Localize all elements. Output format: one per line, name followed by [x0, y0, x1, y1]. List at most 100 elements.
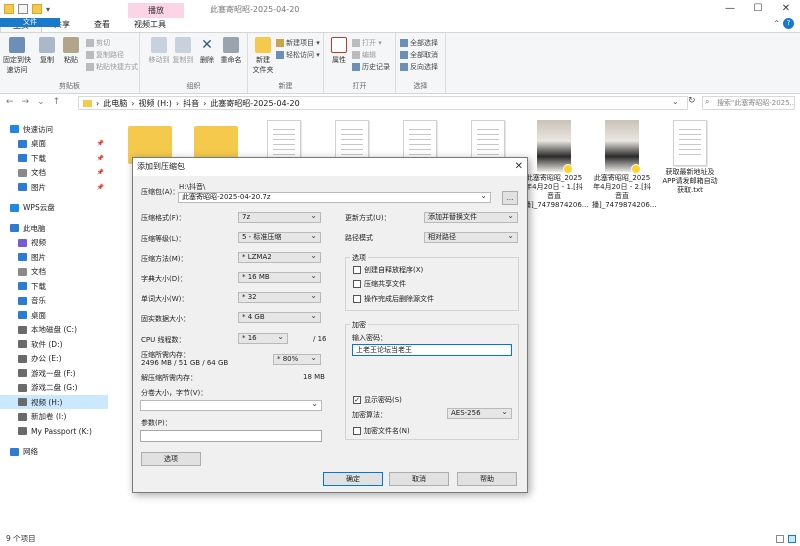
sidebar-item[interactable]: 文档 [0, 265, 108, 279]
method-select[interactable]: * LZMA2 [238, 252, 321, 263]
update-select[interactable]: 添加并替换文件 [424, 212, 518, 223]
new-folder-icon[interactable] [32, 4, 42, 14]
cpu-select[interactable]: * 16 [238, 333, 288, 344]
history-button[interactable]: 历史记录 [352, 62, 390, 72]
maximize-button[interactable]: ☐ [744, 0, 772, 18]
sfx-checkbox[interactable]: 创建自释放程序(X) [353, 265, 423, 275]
new-item-button[interactable]: 新建项目 ▾ [276, 38, 320, 48]
word-select[interactable]: * 32 [238, 292, 321, 303]
tab-file[interactable]: 文件 [0, 18, 60, 27]
address-dropdown-icon[interactable]: ⌄ [672, 97, 679, 106]
show-password-checkbox[interactable]: ✓ 显示密码(S) [353, 395, 402, 405]
video-thumbnail-icon [605, 120, 641, 174]
sidebar-item[interactable]: 下载 📌 [0, 151, 108, 165]
invert-selection-button[interactable]: 反向选择 [400, 62, 438, 72]
cancel-button[interactable]: 取消 [389, 472, 449, 486]
search-input[interactable]: 搜索"此塞寄昭昭-2025... [702, 96, 795, 110]
solid-select[interactable]: * 4 GB [238, 312, 321, 323]
paste-button[interactable]: 粘贴 [56, 37, 86, 65]
breadcrumb-drive[interactable]: 视频 (H:) [138, 98, 172, 109]
up-icon[interactable]: ↑ [53, 97, 61, 107]
ribbon-collapse-icon[interactable]: ⌃ [773, 19, 780, 28]
sidebar-item[interactable]: 游戏一盘 (F:) [0, 366, 108, 380]
properties-button[interactable]: 属性 [324, 37, 354, 65]
refresh-icon[interactable]: ↻ [688, 96, 696, 106]
back-icon[interactable]: ← [6, 97, 14, 107]
dialog-close-button[interactable]: ✕ [515, 158, 523, 176]
copy-icon [39, 37, 55, 53]
play-badge-icon [631, 164, 641, 174]
sidebar-item[interactable]: 视频 (H:) [0, 395, 108, 409]
sidebar-item[interactable]: 游戏二盘 (G:) [0, 381, 108, 395]
archive-name-input[interactable]: 此塞寄昭昭-2025-04-20.7z [178, 192, 491, 203]
sidebar-item[interactable]: My Passport (K:) [0, 424, 108, 438]
file-item[interactable]: 此塞寄昭昭_2025年4月20日 - 1.[抖音直播]_7479874206..… [524, 120, 588, 210]
address-bar[interactable]: › 此电脑 › 视频 (H:) › 抖音 › 此塞寄昭昭-2025-04-20 [78, 96, 688, 110]
sidebar-item[interactable]: 文档 📌 [0, 166, 108, 180]
sidebar-item[interactable]: 桌面 📌 [0, 137, 108, 151]
forward-icon[interactable]: → [22, 97, 30, 107]
easy-access-button[interactable]: 轻松访问 ▾ [276, 50, 320, 60]
properties-label: 属性 [332, 56, 346, 64]
chevron-down-icon[interactable]: ▾ [46, 5, 50, 14]
sidebar-item[interactable]: 音乐 [0, 294, 108, 308]
select-none-button[interactable]: 全部取消 [400, 50, 438, 60]
new-folder-button[interactable]: 新建 文件夹 [248, 37, 278, 75]
details-view-icon[interactable] [776, 535, 784, 543]
delete-icon: ✕ [201, 37, 213, 53]
dict-select[interactable]: * 16 MB [238, 272, 321, 283]
properties-icon[interactable] [18, 4, 28, 14]
minimize-button[interactable]: — [716, 0, 744, 18]
params-input[interactable] [140, 430, 322, 442]
sidebar-item[interactable]: 视频 [0, 236, 108, 250]
tab-video-tools[interactable]: 视频工具 [122, 18, 178, 32]
rename-button[interactable]: 重命名 [216, 37, 246, 65]
browse-button[interactable]: ... [502, 191, 518, 205]
tab-view[interactable]: 查看 [82, 18, 122, 32]
sidebar-item[interactable]: WPS云盘 [0, 201, 108, 215]
sidebar-item[interactable]: 此电脑 [0, 221, 108, 235]
open-button[interactable]: 打开 ▾ [352, 38, 382, 48]
help-icon[interactable]: ? [783, 18, 794, 29]
select-all-button[interactable]: 全部选择 [400, 38, 438, 48]
sidebar-item[interactable]: 新加卷 (I:) [0, 410, 108, 424]
format-select[interactable]: 7z [238, 212, 321, 223]
file-item[interactable]: 此塞寄昭昭_2025年4月20日 - 2.[抖音直播]_7479874206..… [592, 120, 656, 210]
help-button[interactable]: 帮助 [457, 472, 517, 486]
ok-button[interactable]: 确定 [323, 472, 383, 486]
sidebar-item[interactable]: 办公 (E:) [0, 352, 108, 366]
sidebar-item[interactable]: 软件 (D:) [0, 337, 108, 351]
sidebar-item[interactable]: 快速访问 [0, 122, 108, 136]
large-icons-view-icon[interactable] [788, 535, 796, 543]
enc-method-select[interactable]: AES-256 [447, 408, 512, 419]
recent-icon[interactable]: ⌄ [37, 97, 45, 107]
delete-after-checkbox[interactable]: 操作完成后删除源文件 [353, 294, 434, 304]
pin-button[interactable]: 固定到快速访问 [2, 37, 32, 75]
copy-path-button[interactable]: 复制路径 [86, 50, 124, 60]
sidebar-item[interactable]: 图片 📌 [0, 180, 108, 194]
split-select[interactable] [140, 400, 322, 411]
sidebar-item-label: 本地磁盘 (C:) [31, 325, 77, 334]
cut-button[interactable]: 剪切 [86, 38, 110, 48]
mem-percent-select[interactable]: * 80% [273, 354, 321, 365]
options-button[interactable]: 选项 [141, 452, 201, 466]
close-button[interactable]: ✕ [772, 0, 800, 18]
path-mode-select[interactable]: 相对路径 [424, 232, 518, 243]
shared-checkbox[interactable]: 压缩共享文件 [353, 279, 406, 289]
context-tab-play[interactable]: 播放 [128, 3, 184, 18]
sidebar-item[interactable]: 网络 [0, 445, 108, 459]
sidebar-item[interactable]: 图片 [0, 250, 108, 264]
edit-button[interactable]: 编辑 [352, 50, 376, 60]
password-input[interactable]: 上老王论坛当老王 [352, 344, 512, 356]
level-select[interactable]: 5 - 标准压缩 [238, 232, 321, 243]
sidebar-item[interactable]: 本地磁盘 (C:) [0, 323, 108, 337]
paste-shortcut-button[interactable]: 粘贴快捷方式 [86, 62, 138, 72]
file-item[interactable]: 获取最新地址及APP请发邮箱自动获取.txt [660, 120, 720, 195]
breadcrumb-current[interactable]: 此塞寄昭昭-2025-04-20 [210, 98, 299, 109]
encrypt-names-checkbox[interactable]: 加密文件名(N) [353, 426, 410, 436]
sidebar-item[interactable]: 桌面 [0, 308, 108, 322]
breadcrumb-this-pc[interactable]: 此电脑 [103, 98, 127, 109]
sidebar-item[interactable]: 下载 [0, 279, 108, 293]
breadcrumb-douyin[interactable]: 抖音 [183, 98, 199, 109]
folder-icon[interactable] [4, 4, 14, 14]
